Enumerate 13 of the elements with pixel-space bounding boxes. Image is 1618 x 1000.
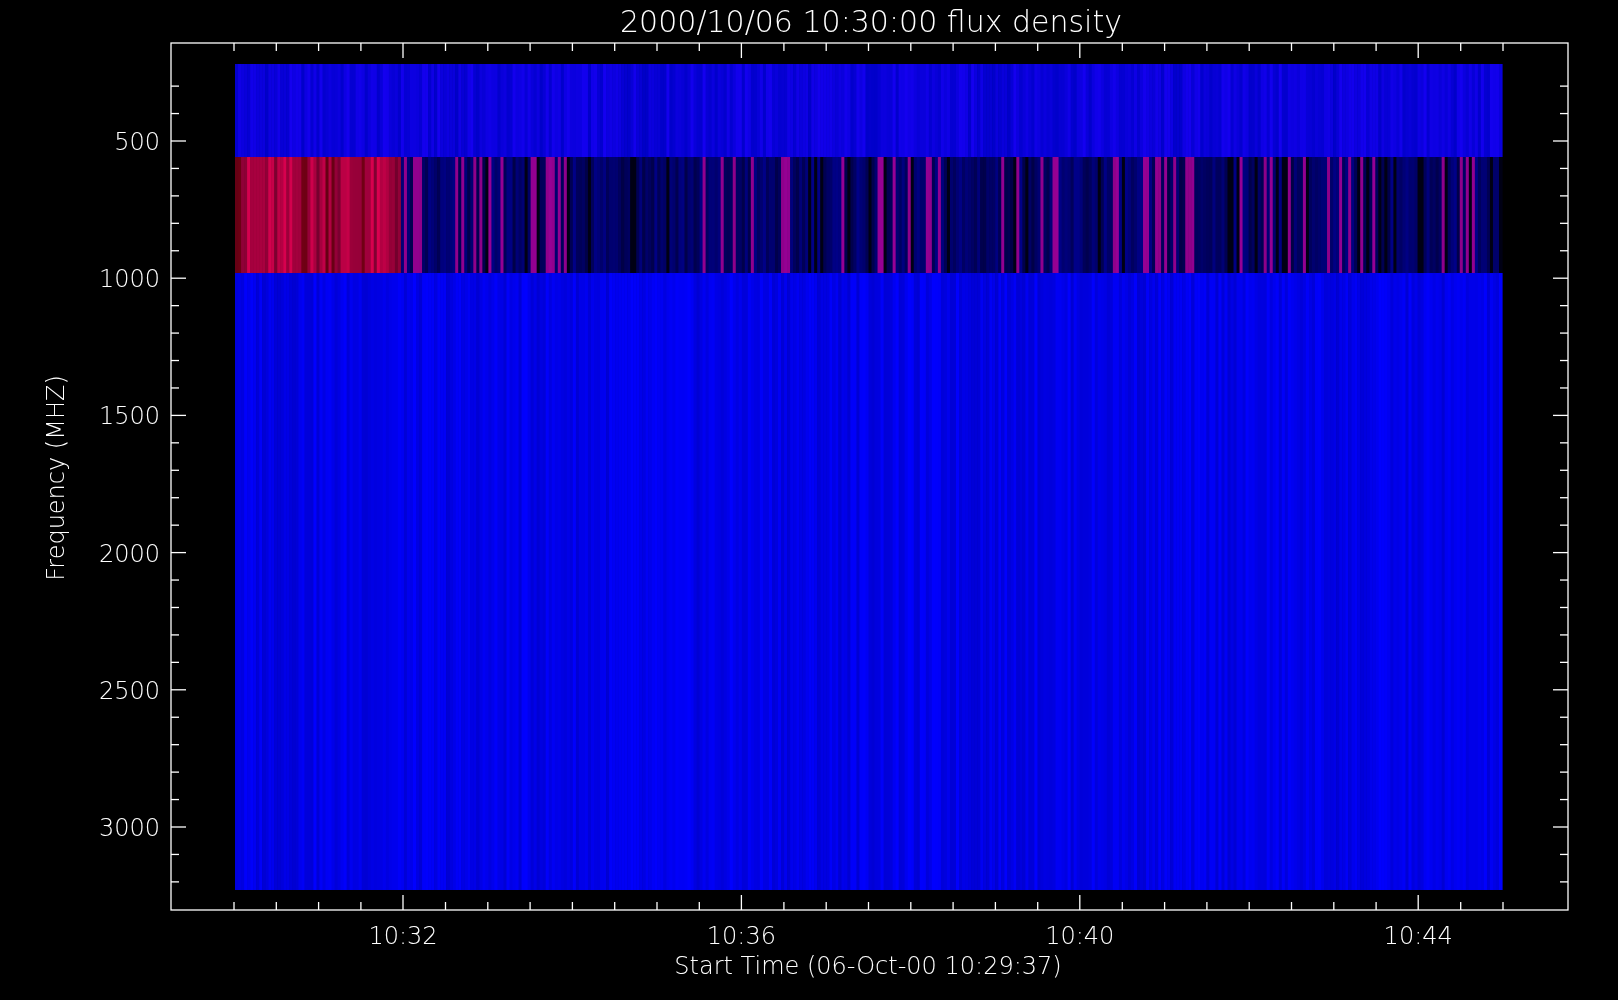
y-tick-label: 2500 <box>98 676 160 705</box>
x-tick-label: 10:44 <box>1383 922 1453 950</box>
plot-title: 2000/10/06 10:30:00 flux density <box>620 4 1122 39</box>
y-tick-label: 1000 <box>98 265 160 294</box>
x-tick-label: 10:32 <box>368 922 438 950</box>
x-tick-label: 10:36 <box>706 922 776 950</box>
y-axis-label: Frequency (MHZ) <box>42 375 70 581</box>
y-tick-label: 3000 <box>98 814 160 842</box>
y-tick-label: 500 <box>114 128 160 156</box>
x-axis-label: Start Time (06-Oct-00 10:29:37) <box>674 952 1062 980</box>
x-tick-label: 10:40 <box>1045 922 1115 950</box>
y-tick-label: 1500 <box>98 402 160 431</box>
y-tick-label: 2000 <box>98 539 160 568</box>
